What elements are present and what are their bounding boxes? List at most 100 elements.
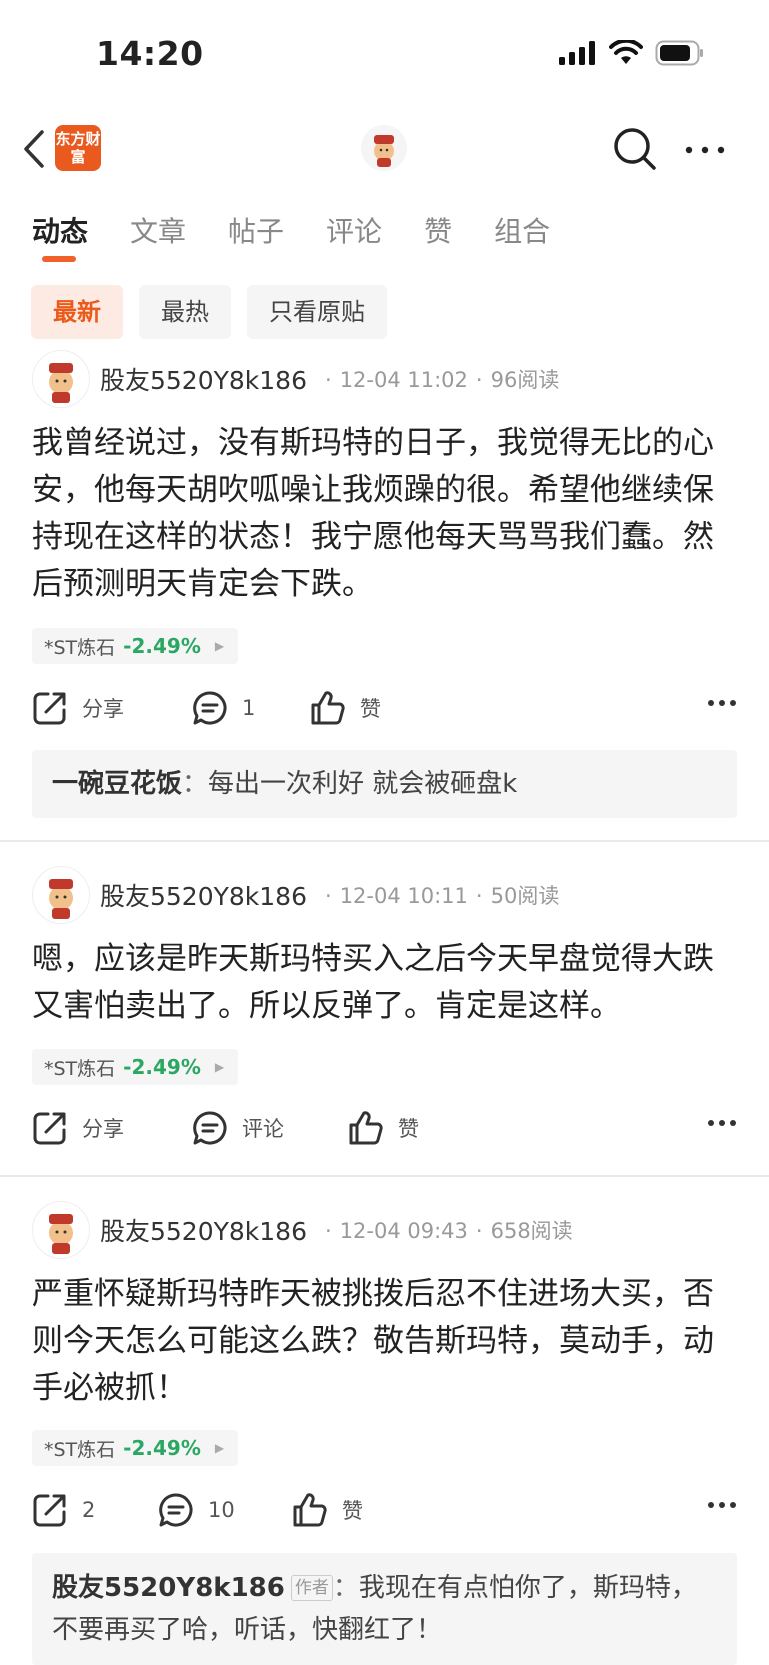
comment-icon [193,691,227,725]
like-button[interactable]: 赞 [348,1110,419,1146]
share-label: 分享 [82,1117,124,1141]
status-icons [559,40,705,66]
caishen-avatar-icon [49,879,73,919]
share-icon [33,692,66,725]
post-time: 12-04 09:43 [339,1219,468,1243]
more-button[interactable] [684,130,726,170]
action-bar: 分享 1 赞 [32,690,737,734]
stock-tag[interactable]: *ST炼石 -2.49% ▶ [32,1430,239,1466]
tab-articles[interactable]: 文章 [130,210,186,250]
nav-bar: 东方财富 [0,110,769,190]
share-count: 2 [82,1498,96,1522]
comment-icon [193,1111,227,1145]
tab-likes[interactable]: 赞 [424,210,452,250]
scrolled-header-remnant [30,186,730,192]
battery-icon [655,40,703,66]
thumbs-up-icon [293,1493,327,1527]
comment-button[interactable]: 评论 [192,1110,284,1146]
caishen-avatar-icon [374,135,394,167]
thumbs-up-icon [349,1111,383,1145]
comment-label: 评论 [242,1117,284,1141]
action-bar: 分享 评论 赞 [32,1110,737,1154]
post-time: 12-04 10:11 [339,884,468,908]
stock-change: -2.49% [123,1055,201,1079]
caishen-avatar-icon [49,363,73,403]
share-icon [33,1112,66,1145]
status-bar: 14:20 [0,0,769,110]
reply-text: 每出一次利好 就会被砸盘k [208,769,518,799]
triangle-right-icon: ▶ [214,639,225,653]
stock-change: -2.49% [123,1436,201,1460]
author-name[interactable]: 股友5520Y8k186 [100,877,307,913]
stock-tag[interactable]: *ST炼石 -2.49% ▶ [32,1049,239,1085]
more-icon [685,146,725,154]
like-label: 赞 [360,697,381,721]
more-icon[interactable] [707,698,737,708]
post-meta: · 12-04 09:43 · 658阅读 [325,1219,573,1243]
divider [0,840,769,842]
post-header: 股友5520Y8k186 · 12-04 11:02 · 96阅读 [32,350,559,408]
like-button[interactable]: 赞 [310,690,381,726]
thumbs-up-icon [311,691,345,725]
app-logo[interactable]: 东方财富 [55,125,101,171]
stock-tag[interactable]: *ST炼石 -2.49% ▶ [32,628,239,664]
author-badge: 作者 [290,1575,333,1601]
stock-name: *ST炼石 [44,636,116,659]
like-button[interactable]: 赞 [292,1492,363,1528]
profile-avatar[interactable] [361,125,407,171]
author-name[interactable]: 股友5520Y8k186 [100,1212,307,1248]
search-icon [614,128,656,170]
logo-text: 东方财富 [55,130,101,166]
like-label: 赞 [398,1117,419,1141]
more-icon[interactable] [707,1118,737,1128]
stock-name: *ST炼石 [44,1057,116,1080]
share-icon [33,1494,66,1527]
post-text[interactable]: 嗯，应该是昨天斯玛特买入之后今天早盘觉得大跌又害怕卖出了。所以反弹了。肯定是这样… [32,936,737,1030]
share-button[interactable]: 分享 [32,690,124,726]
more-icon[interactable] [707,1500,737,1510]
filter-original-only[interactable]: 只看原贴 [247,285,387,339]
back-button[interactable] [18,126,48,172]
filter-latest[interactable]: 最新 [31,285,123,339]
post-card: 股友5520Y8k186 · 12-04 09:43 · 658阅读 严重怀疑斯玛特昨… [0,1201,769,1665]
post-card: 股友5520Y8k186 · 12-04 10:11 · 50阅读 嗯，应该是昨天斯玛… [0,866,769,1166]
comment-icon [159,1493,193,1527]
author-name[interactable]: 股友5520Y8k186 [100,361,307,397]
share-button[interactable]: 分享 [32,1110,124,1146]
tab-comments[interactable]: 评论 [326,210,382,250]
search-button[interactable] [612,126,658,172]
triangle-right-icon: ▶ [214,1441,225,1455]
chevron-left-icon [24,130,44,168]
tab-posts[interactable]: 帖子 [228,210,284,250]
profile-tabs: 动态 文章 帖子 评论 赞 组合 [32,210,592,262]
reply-preview[interactable]: 一碗豆花饭：每出一次利好 就会被砸盘k [32,750,737,818]
share-label: 分享 [82,697,124,721]
post-text[interactable]: 我曾经说过，没有斯玛特的日子，我觉得无比的心安，他每天胡吹呱噪让我烦躁的很。希望… [32,420,737,608]
reply-author[interactable]: 股友5520Y8k186 [52,1573,285,1603]
share-button[interactable]: 2 [32,1492,95,1528]
post-text[interactable]: 严重怀疑斯玛特昨天被挑拨后忍不住进场大买，否则今天怎么可能这么跌？敬告斯玛特，莫… [32,1271,737,1412]
post-meta: · 12-04 10:11 · 50阅读 [325,884,560,908]
like-label: 赞 [342,1499,363,1523]
filter-hottest[interactable]: 最热 [139,285,231,339]
wifi-icon [609,40,643,64]
read-count: 96阅读 [490,368,560,392]
post-card: 股友5520Y8k186 · 12-04 11:02 · 96阅读 我曾经说过，没有斯… [0,350,769,820]
divider [0,1175,769,1177]
caishen-avatar-icon [49,1214,73,1254]
signal-icon [559,41,595,65]
comment-button[interactable]: 1 [192,690,255,726]
tab-portfolio[interactable]: 组合 [494,210,550,250]
post-header: 股友5520Y8k186 · 12-04 10:11 · 50阅读 [32,866,559,924]
avatar[interactable] [32,1201,90,1259]
stock-change: -2.49% [123,634,201,658]
reply-preview[interactable]: 股友5520Y8k186 作者 ：我现在有点怕你了，斯玛特，不要再买了哈，听话，快翻… [32,1553,737,1665]
reply-author[interactable]: 一碗豆花饭 [52,769,182,799]
read-count: 50阅读 [490,884,560,908]
comment-count: 10 [208,1498,235,1522]
avatar[interactable] [32,866,90,924]
comment-button[interactable]: 10 [158,1492,235,1528]
avatar[interactable] [32,350,90,408]
tab-dynamics[interactable]: 动态 [32,210,88,262]
status-time: 14:20 [96,34,204,73]
